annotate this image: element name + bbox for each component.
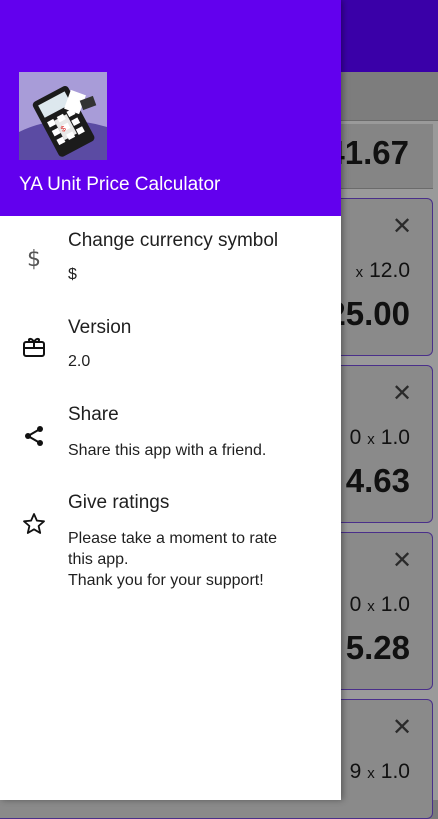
svg-text:$: $ — [27, 247, 41, 270]
menu-item-subtitle: $ — [68, 266, 77, 283]
menu-item-subtitle: Please take a moment to rate this app. T… — [68, 530, 277, 589]
app-logo: $ — [19, 72, 107, 160]
menu-item-label: Version — [68, 317, 132, 338]
share-icon — [25, 426, 43, 446]
menu-item-subtitle: Share this app with a friend. — [68, 442, 267, 459]
menu-item-change-currency[interactable]: $ Change currency symbol $ — [0, 230, 341, 302]
drawer-header: $ YA Unit Price Calculator — [0, 0, 341, 216]
menu-item-label: Change currency symbol — [68, 230, 279, 251]
star-outline-icon — [23, 513, 45, 534]
menu-item-share[interactable]: Share Share this app with a friend. — [0, 404, 341, 476]
menu-item-give-ratings[interactable]: Give ratings Please take a moment to rat… — [0, 492, 341, 592]
menu-item-version[interactable]: Version 2.0 — [0, 317, 341, 389]
menu-item-label: Share — [68, 404, 119, 425]
navigation-drawer: $ YA Unit Price Calculator $ Change curr… — [0, 0, 341, 800]
app-title: YA Unit Price Calculator — [19, 174, 221, 195]
menu-item-label: Give ratings — [68, 492, 170, 513]
menu-item-subtitle: 2.0 — [68, 353, 91, 370]
dollar-icon: $ — [27, 247, 41, 270]
gift-card-icon — [23, 338, 45, 357]
